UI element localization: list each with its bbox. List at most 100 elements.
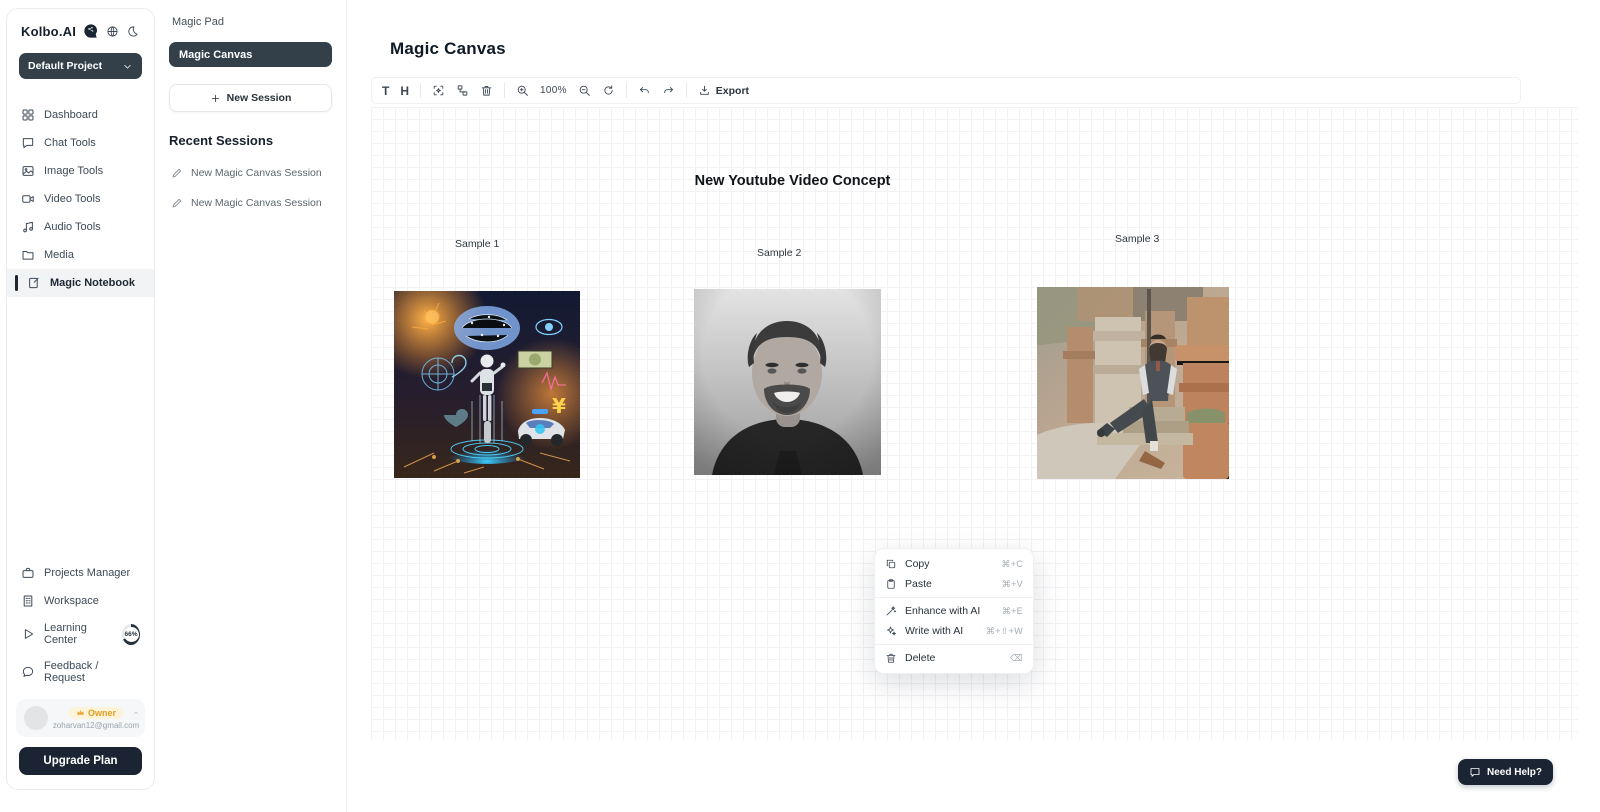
svg-text:¥: ¥	[552, 394, 566, 418]
zoom-in-button[interactable]	[516, 84, 529, 97]
user-email: zoharvan12@gmail.com	[53, 721, 139, 730]
export-button[interactable]: Export	[698, 84, 749, 97]
brand-logo: Kolbo.AI	[21, 24, 76, 39]
owner-role-badge: Owner	[69, 707, 123, 719]
moon-icon	[126, 25, 139, 38]
page-title: Magic Canvas	[390, 39, 506, 59]
context-menu-item-paste[interactable]: Paste ⌘+V	[875, 574, 1033, 594]
need-help-label: Need Help?	[1487, 767, 1542, 778]
canvas-sample-label-2[interactable]: Sample 2	[757, 247, 801, 259]
heading-tool-button[interactable]: H	[400, 84, 409, 98]
music-note-icon	[21, 220, 35, 234]
pencil-icon	[171, 167, 183, 179]
brain-logo-icon	[83, 23, 99, 39]
toolbar-divider	[504, 83, 505, 98]
session-item-label: New Magic Canvas Session	[191, 167, 322, 179]
main-area: Magic Canvas T H 100% Export New Youtube…	[347, 0, 1600, 812]
magic-canvas-grid[interactable]: New Youtube Video Concept Sample 1 Sampl…	[371, 107, 1578, 740]
magic-wand-icon	[885, 605, 897, 617]
rotate-reset-icon	[602, 84, 615, 97]
reset-view-button[interactable]	[602, 84, 615, 97]
chevron-up-icon	[132, 709, 140, 717]
sidebar-item-video-tools[interactable]: Video Tools	[7, 185, 154, 213]
canvas-image-portrait[interactable]	[694, 289, 881, 475]
ai-select-button[interactable]	[432, 84, 445, 97]
help-chat-icon	[1469, 766, 1481, 778]
workflow-button[interactable]	[456, 84, 469, 97]
new-session-button[interactable]: New Session	[169, 84, 332, 112]
user-account-card[interactable]: Owner zoharvan12@gmail.com	[16, 699, 145, 737]
paste-icon	[885, 578, 897, 590]
zoom-level: 100%	[540, 85, 567, 96]
sidebar-item-label: Magic Notebook	[50, 277, 135, 289]
toolbar-divider	[626, 83, 627, 98]
app-sidebar: Kolbo.AI Default Project Dashboard Chat …	[6, 8, 155, 790]
delete-tool-button[interactable]	[480, 84, 493, 97]
dashboard-icon	[21, 108, 35, 122]
toolbar-divider	[420, 83, 421, 98]
sidebar-footer-nav: Projects Manager Workspace Learning Cent…	[7, 559, 154, 691]
sidebar-item-audio-tools[interactable]: Audio Tools	[7, 213, 154, 241]
context-menu-label: Copy	[905, 558, 930, 570]
sidebar-item-media[interactable]: Media	[7, 241, 154, 269]
sidebar-item-label: Audio Tools	[44, 221, 101, 233]
project-selector[interactable]: Default Project	[19, 53, 142, 79]
chat-icon	[21, 136, 35, 150]
sidebar-item-workspace[interactable]: Workspace	[7, 587, 154, 615]
zoom-out-icon	[578, 84, 591, 97]
sidebar-item-label: Image Tools	[44, 165, 103, 177]
canvas-sample-label-1[interactable]: Sample 1	[455, 238, 499, 250]
workflow-nodes-icon	[456, 84, 469, 97]
context-menu-item-copy[interactable]: Copy ⌘+C	[875, 554, 1033, 574]
need-help-button[interactable]: Need Help?	[1458, 759, 1553, 785]
sidebar-item-image-tools[interactable]: Image Tools	[7, 157, 154, 185]
upgrade-plan-button[interactable]: Upgrade Plan	[19, 747, 142, 775]
recent-sessions-heading: Recent Sessions	[169, 133, 332, 148]
context-menu-shortcut: ⌘+⇧+W	[986, 626, 1023, 637]
zoom-out-button[interactable]	[578, 84, 591, 97]
canvas-image-ruins[interactable]	[1037, 287, 1229, 479]
text-tool-glyph: T	[382, 84, 389, 98]
undo-button[interactable]	[638, 84, 651, 97]
context-menu: Copy ⌘+C Paste ⌘+V Enhance with AI ⌘+E W…	[874, 548, 1034, 674]
canvas-heading-text[interactable]: New Youtube Video Concept	[670, 173, 915, 189]
nav-magic-canvas[interactable]: Magic Canvas	[169, 42, 332, 67]
context-menu-item-delete[interactable]: Delete ⌫	[875, 648, 1033, 668]
context-menu-label: Enhance with AI	[905, 605, 980, 617]
folder-icon	[21, 248, 35, 262]
context-menu-item-write-with-ai[interactable]: Write with AI ⌘+⇧+W	[875, 621, 1033, 641]
dark-mode-button[interactable]	[126, 25, 139, 38]
context-menu-divider	[875, 644, 1033, 645]
crown-icon	[76, 708, 85, 717]
sidebar-item-chat-tools[interactable]: Chat Tools	[7, 129, 154, 157]
canvas-sample-label-3[interactable]: Sample 3	[1115, 233, 1159, 245]
session-panel: Magic Pad Magic Canvas New Session Recen…	[155, 0, 347, 812]
redo-button[interactable]	[662, 84, 675, 97]
canvas-image-ai-robot[interactable]: ¥	[394, 291, 580, 478]
sidebar-item-label: Chat Tools	[44, 137, 96, 149]
notebook-icon	[27, 276, 41, 290]
sidebar-item-dashboard[interactable]: Dashboard	[7, 101, 154, 129]
context-menu-label: Paste	[905, 578, 932, 590]
session-item-label: New Magic Canvas Session	[191, 197, 322, 209]
session-item[interactable]: New Magic Canvas Session	[169, 158, 332, 188]
context-menu-shortcut: ⌫	[1010, 653, 1023, 664]
language-globe-button[interactable]	[106, 25, 119, 38]
sidebar-item-projects-manager[interactable]: Projects Manager	[7, 559, 154, 587]
sidebar-item-label: Video Tools	[44, 193, 100, 205]
context-menu-shortcut: ⌘+E	[1002, 606, 1023, 617]
context-menu-divider	[875, 597, 1033, 598]
sidebar-item-magic-notebook[interactable]: Magic Notebook	[7, 269, 154, 297]
image-icon	[21, 164, 35, 178]
sidebar-item-learning-center[interactable]: Learning Center 66%	[7, 615, 154, 653]
undo-icon	[638, 84, 651, 97]
text-tool-button[interactable]: T	[382, 84, 389, 98]
building-icon	[21, 594, 35, 608]
owner-role-label: Owner	[88, 708, 116, 718]
session-item[interactable]: New Magic Canvas Session	[169, 188, 332, 218]
context-menu-item-enhance-with-ai[interactable]: Enhance with AI ⌘+E	[875, 601, 1033, 621]
globe-icon	[106, 25, 119, 38]
nav-magic-pad[interactable]: Magic Pad	[169, 14, 332, 42]
sidebar-item-feedback-request[interactable]: Feedback / Request	[7, 653, 154, 691]
sparkles-icon	[885, 625, 897, 637]
